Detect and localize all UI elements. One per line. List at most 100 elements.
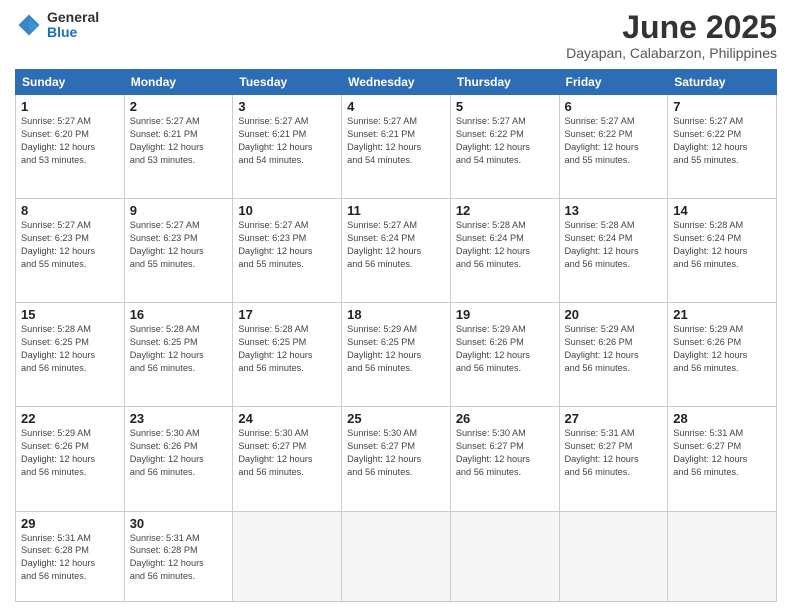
day-number: 4	[347, 99, 445, 114]
day-number: 23	[130, 411, 228, 426]
table-row: 8Sunrise: 5:27 AM Sunset: 6:23 PM Daylig…	[16, 199, 125, 303]
table-row: 14Sunrise: 5:28 AM Sunset: 6:24 PM Dayli…	[668, 199, 777, 303]
table-row: 12Sunrise: 5:28 AM Sunset: 6:24 PM Dayli…	[450, 199, 559, 303]
day-number: 5	[456, 99, 554, 114]
table-row: 13Sunrise: 5:28 AM Sunset: 6:24 PM Dayli…	[559, 199, 668, 303]
col-tuesday: Tuesday	[233, 70, 342, 95]
day-info: Sunrise: 5:27 AM Sunset: 6:23 PM Dayligh…	[238, 219, 336, 271]
table-row	[233, 511, 342, 602]
logo-blue-label: Blue	[47, 25, 99, 40]
day-number: 30	[130, 516, 228, 531]
table-row: 16Sunrise: 5:28 AM Sunset: 6:25 PM Dayli…	[124, 303, 233, 407]
day-info: Sunrise: 5:27 AM Sunset: 6:21 PM Dayligh…	[347, 115, 445, 167]
day-info: Sunrise: 5:31 AM Sunset: 6:27 PM Dayligh…	[673, 427, 771, 479]
header: General Blue June 2025 Dayapan, Calabarz…	[15, 10, 777, 61]
day-info: Sunrise: 5:27 AM Sunset: 6:23 PM Dayligh…	[21, 219, 119, 271]
table-row: 1Sunrise: 5:27 AM Sunset: 6:20 PM Daylig…	[16, 95, 125, 199]
page: General Blue June 2025 Dayapan, Calabarz…	[0, 0, 792, 612]
table-row: 28Sunrise: 5:31 AM Sunset: 6:27 PM Dayli…	[668, 407, 777, 511]
table-row: 9Sunrise: 5:27 AM Sunset: 6:23 PM Daylig…	[124, 199, 233, 303]
table-row: 24Sunrise: 5:30 AM Sunset: 6:27 PM Dayli…	[233, 407, 342, 511]
day-number: 15	[21, 307, 119, 322]
day-number: 22	[21, 411, 119, 426]
day-number: 21	[673, 307, 771, 322]
table-row	[450, 511, 559, 602]
month-title: June 2025	[566, 10, 777, 45]
day-number: 9	[130, 203, 228, 218]
day-info: Sunrise: 5:31 AM Sunset: 6:27 PM Dayligh…	[565, 427, 663, 479]
table-row: 17Sunrise: 5:28 AM Sunset: 6:25 PM Dayli…	[233, 303, 342, 407]
day-number: 10	[238, 203, 336, 218]
calendar-table: Sunday Monday Tuesday Wednesday Thursday…	[15, 69, 777, 602]
day-info: Sunrise: 5:27 AM Sunset: 6:22 PM Dayligh…	[565, 115, 663, 167]
table-row: 19Sunrise: 5:29 AM Sunset: 6:26 PM Dayli…	[450, 303, 559, 407]
table-row: 29Sunrise: 5:31 AM Sunset: 6:28 PM Dayli…	[16, 511, 125, 602]
day-number: 6	[565, 99, 663, 114]
day-info: Sunrise: 5:28 AM Sunset: 6:25 PM Dayligh…	[238, 323, 336, 375]
location: Dayapan, Calabarzon, Philippines	[566, 45, 777, 61]
day-number: 2	[130, 99, 228, 114]
day-number: 13	[565, 203, 663, 218]
day-number: 8	[21, 203, 119, 218]
logo-text: General Blue	[47, 10, 99, 41]
table-row: 3Sunrise: 5:27 AM Sunset: 6:21 PM Daylig…	[233, 95, 342, 199]
table-row: 27Sunrise: 5:31 AM Sunset: 6:27 PM Dayli…	[559, 407, 668, 511]
day-info: Sunrise: 5:31 AM Sunset: 6:28 PM Dayligh…	[130, 532, 228, 584]
day-info: Sunrise: 5:29 AM Sunset: 6:25 PM Dayligh…	[347, 323, 445, 375]
day-info: Sunrise: 5:28 AM Sunset: 6:24 PM Dayligh…	[456, 219, 554, 271]
day-info: Sunrise: 5:27 AM Sunset: 6:21 PM Dayligh…	[130, 115, 228, 167]
day-info: Sunrise: 5:30 AM Sunset: 6:26 PM Dayligh…	[130, 427, 228, 479]
col-monday: Monday	[124, 70, 233, 95]
table-row	[668, 511, 777, 602]
day-info: Sunrise: 5:30 AM Sunset: 6:27 PM Dayligh…	[238, 427, 336, 479]
day-number: 28	[673, 411, 771, 426]
day-info: Sunrise: 5:27 AM Sunset: 6:20 PM Dayligh…	[21, 115, 119, 167]
col-saturday: Saturday	[668, 70, 777, 95]
table-row: 25Sunrise: 5:30 AM Sunset: 6:27 PM Dayli…	[342, 407, 451, 511]
day-info: Sunrise: 5:28 AM Sunset: 6:24 PM Dayligh…	[673, 219, 771, 271]
table-row: 18Sunrise: 5:29 AM Sunset: 6:25 PM Dayli…	[342, 303, 451, 407]
day-number: 16	[130, 307, 228, 322]
col-sunday: Sunday	[16, 70, 125, 95]
day-number: 19	[456, 307, 554, 322]
day-info: Sunrise: 5:27 AM Sunset: 6:24 PM Dayligh…	[347, 219, 445, 271]
table-row: 22Sunrise: 5:29 AM Sunset: 6:26 PM Dayli…	[16, 407, 125, 511]
day-number: 25	[347, 411, 445, 426]
day-number: 1	[21, 99, 119, 114]
day-number: 29	[21, 516, 119, 531]
day-number: 3	[238, 99, 336, 114]
col-friday: Friday	[559, 70, 668, 95]
logo-icon	[15, 11, 43, 39]
day-number: 24	[238, 411, 336, 426]
day-number: 11	[347, 203, 445, 218]
day-number: 27	[565, 411, 663, 426]
day-number: 20	[565, 307, 663, 322]
table-row: 23Sunrise: 5:30 AM Sunset: 6:26 PM Dayli…	[124, 407, 233, 511]
day-info: Sunrise: 5:29 AM Sunset: 6:26 PM Dayligh…	[21, 427, 119, 479]
day-number: 17	[238, 307, 336, 322]
day-number: 26	[456, 411, 554, 426]
table-row: 15Sunrise: 5:28 AM Sunset: 6:25 PM Dayli…	[16, 303, 125, 407]
logo: General Blue	[15, 10, 99, 41]
day-info: Sunrise: 5:27 AM Sunset: 6:22 PM Dayligh…	[673, 115, 771, 167]
col-wednesday: Wednesday	[342, 70, 451, 95]
table-row: 5Sunrise: 5:27 AM Sunset: 6:22 PM Daylig…	[450, 95, 559, 199]
table-row: 26Sunrise: 5:30 AM Sunset: 6:27 PM Dayli…	[450, 407, 559, 511]
day-info: Sunrise: 5:31 AM Sunset: 6:28 PM Dayligh…	[21, 532, 119, 584]
title-block: June 2025 Dayapan, Calabarzon, Philippin…	[566, 10, 777, 61]
table-row	[559, 511, 668, 602]
day-info: Sunrise: 5:27 AM Sunset: 6:21 PM Dayligh…	[238, 115, 336, 167]
table-row: 11Sunrise: 5:27 AM Sunset: 6:24 PM Dayli…	[342, 199, 451, 303]
logo-general-label: General	[47, 10, 99, 25]
day-info: Sunrise: 5:28 AM Sunset: 6:25 PM Dayligh…	[130, 323, 228, 375]
day-info: Sunrise: 5:28 AM Sunset: 6:24 PM Dayligh…	[565, 219, 663, 271]
table-row: 2Sunrise: 5:27 AM Sunset: 6:21 PM Daylig…	[124, 95, 233, 199]
table-row: 10Sunrise: 5:27 AM Sunset: 6:23 PM Dayli…	[233, 199, 342, 303]
day-info: Sunrise: 5:28 AM Sunset: 6:25 PM Dayligh…	[21, 323, 119, 375]
table-row: 20Sunrise: 5:29 AM Sunset: 6:26 PM Dayli…	[559, 303, 668, 407]
day-number: 18	[347, 307, 445, 322]
day-info: Sunrise: 5:30 AM Sunset: 6:27 PM Dayligh…	[347, 427, 445, 479]
table-row: 6Sunrise: 5:27 AM Sunset: 6:22 PM Daylig…	[559, 95, 668, 199]
col-thursday: Thursday	[450, 70, 559, 95]
day-number: 14	[673, 203, 771, 218]
